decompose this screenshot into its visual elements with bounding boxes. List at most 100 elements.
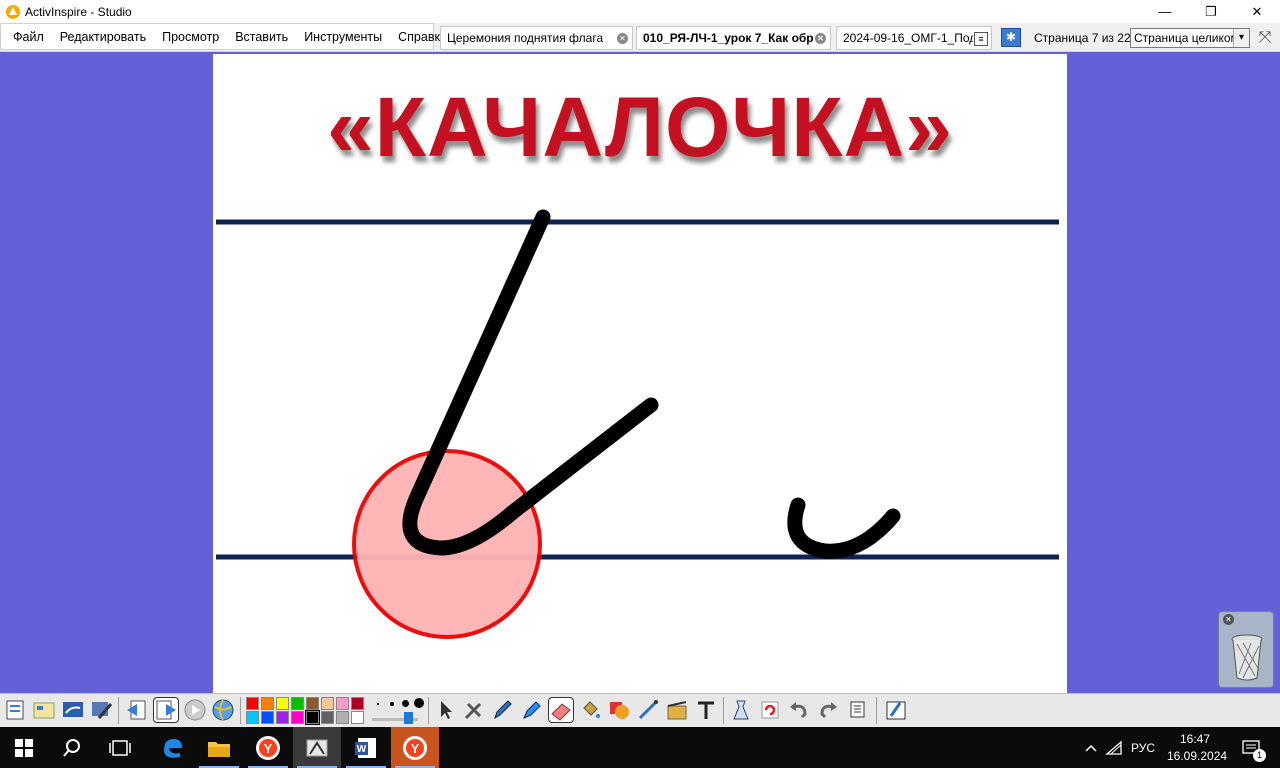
color-swatch[interactable] xyxy=(246,711,259,724)
activinspire-icon xyxy=(6,4,20,19)
color-swatch[interactable] xyxy=(336,711,349,724)
clock-time[interactable]: 16:47 xyxy=(1180,732,1210,746)
customize-icon[interactable] xyxy=(89,698,113,722)
menu-view[interactable]: Просмотр xyxy=(154,30,227,44)
select-icon[interactable] xyxy=(434,698,458,722)
menu-edit[interactable]: Редактировать xyxy=(52,30,154,44)
trash-widget[interactable]: ✕ xyxy=(1218,611,1274,688)
reset-icon[interactable] xyxy=(758,698,782,722)
clear-icon[interactable] xyxy=(729,698,753,722)
task-view-icon xyxy=(109,739,131,756)
zoom-select[interactable]: Страница целиком ▾ xyxy=(1130,28,1250,48)
pen-size-large[interactable] xyxy=(414,698,424,708)
pen-size-small[interactable] xyxy=(390,702,394,706)
yandex-browser-button[interactable]: Y xyxy=(244,727,292,768)
text-icon[interactable] xyxy=(694,698,718,722)
page-setup-icon[interactable] xyxy=(846,698,870,722)
close-tab-icon[interactable]: ✕ xyxy=(617,33,628,44)
connector-icon[interactable] xyxy=(636,698,660,722)
windows-icon xyxy=(15,738,33,757)
close-tab-icon[interactable]: ✕ xyxy=(815,33,826,44)
svg-text:Y: Y xyxy=(411,741,420,756)
color-swatch[interactable] xyxy=(306,697,319,710)
notifications-button[interactable]: 1 xyxy=(1232,727,1272,768)
page-indicator: Страница 7 из 22 xyxy=(1034,31,1131,45)
tab-label: 2024-09-16_ОМГ-1_Подго xyxy=(843,31,973,45)
minimize-button[interactable]: — xyxy=(1142,0,1188,23)
edge-button[interactable] xyxy=(148,727,196,768)
tray-chevron-up-icon[interactable] xyxy=(1080,727,1102,768)
task-view-button[interactable] xyxy=(96,727,144,768)
highlighter-icon[interactable] xyxy=(519,698,543,722)
color-swatch[interactable] xyxy=(321,697,334,710)
color-swatch[interactable] xyxy=(336,697,349,710)
fullscreen-icon[interactable]: ⤧ xyxy=(1256,29,1274,47)
clip-gallery-icon[interactable] xyxy=(665,698,689,722)
language-indicator[interactable]: РУС xyxy=(1131,741,1155,755)
flipchart-title: «КАЧАЛОЧКА» xyxy=(327,80,953,174)
svg-text:W: W xyxy=(357,744,367,755)
toolbox xyxy=(0,693,1280,727)
menu-tools[interactable]: Инструменты xyxy=(296,30,390,44)
color-swatch[interactable] xyxy=(246,697,259,710)
color-swatch[interactable] xyxy=(291,697,304,710)
tab-list-icon[interactable]: ≡ xyxy=(974,32,988,46)
restore-button[interactable]: ❐ xyxy=(1188,0,1234,23)
color-swatch[interactable] xyxy=(305,710,320,725)
word-icon: W xyxy=(355,737,376,758)
eraser-icon[interactable] xyxy=(548,697,574,723)
tab-lesson-7[interactable]: 010_РЯ-ЛЧ-1_урок 7_Как обр ✕ xyxy=(636,26,831,50)
menu-insert[interactable]: Вставить xyxy=(227,30,296,44)
wifi-icon[interactable] xyxy=(1102,727,1126,768)
search-icon xyxy=(63,738,80,757)
main-menu-icon[interactable] xyxy=(4,698,28,722)
tab-flag-ceremony[interactable]: Церемония поднятия флага ✕ xyxy=(440,26,633,50)
browsers-icon[interactable] xyxy=(32,698,56,722)
previous-page-icon[interactable] xyxy=(125,698,149,722)
folder-icon xyxy=(208,741,230,757)
yandex-browser-window-button[interactable]: Y xyxy=(391,727,439,768)
magic-tools-icon[interactable] xyxy=(462,698,486,722)
main-menu: Файл Редактировать Просмотр Вставить Инс… xyxy=(0,23,447,50)
color-swatch[interactable] xyxy=(351,697,364,710)
shape-icon[interactable] xyxy=(607,698,631,722)
clock-date[interactable]: 16.09.2024 xyxy=(1167,749,1227,763)
activinspire-taskbar-button[interactable] xyxy=(293,727,341,768)
color-swatch[interactable] xyxy=(261,711,274,724)
flipchart-page[interactable]: «КАЧАЛОЧКА» xyxy=(213,54,1067,693)
tab-omg-1[interactable]: 2024-09-16_ОМГ-1_Подго ≡ xyxy=(836,26,992,50)
pen-icon[interactable] xyxy=(490,698,514,722)
search-button[interactable] xyxy=(48,727,96,768)
color-swatch[interactable] xyxy=(276,711,289,724)
next-page-icon[interactable] xyxy=(153,697,179,723)
globe-icon[interactable] xyxy=(211,698,235,722)
file-explorer-button[interactable] xyxy=(195,727,243,768)
color-swatch[interactable] xyxy=(321,711,334,724)
redo-icon[interactable] xyxy=(816,698,840,722)
activinspire-icon xyxy=(306,739,328,756)
dual-user-icon[interactable] xyxy=(884,698,908,722)
color-swatch[interactable] xyxy=(276,697,289,710)
close-icon[interactable]: ✕ xyxy=(1223,614,1234,625)
color-swatch[interactable] xyxy=(351,711,364,724)
trash-can-icon[interactable] xyxy=(1229,632,1265,682)
page-sorter-icon[interactable]: ✱ xyxy=(1001,28,1021,47)
pen-size-medium[interactable] xyxy=(402,700,409,707)
fill-icon[interactable] xyxy=(578,698,602,722)
play-icon[interactable] xyxy=(183,698,207,722)
pen-size-tiny[interactable] xyxy=(377,703,379,705)
window-title: ActivInspire - Studio xyxy=(25,4,132,19)
edge-icon xyxy=(164,738,182,758)
title-bar: ActivInspire - Studio — ❐ ✕ xyxy=(0,0,1280,23)
close-button[interactable]: ✕ xyxy=(1234,0,1280,23)
start-button[interactable] xyxy=(0,727,48,768)
color-swatch[interactable] xyxy=(291,711,304,724)
desktop-annotate-icon[interactable] xyxy=(61,698,85,722)
svg-text:Y: Y xyxy=(264,741,273,756)
undo-icon[interactable] xyxy=(787,698,811,722)
menu-file[interactable]: Файл xyxy=(5,30,52,44)
chevron-down-icon[interactable]: ▾ xyxy=(1233,29,1249,47)
color-swatch[interactable] xyxy=(261,697,274,710)
word-button[interactable]: W xyxy=(342,727,390,768)
pen-width-knob[interactable] xyxy=(404,712,413,724)
